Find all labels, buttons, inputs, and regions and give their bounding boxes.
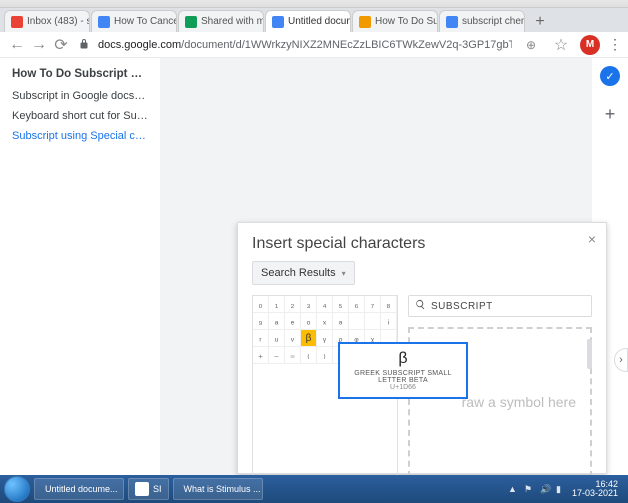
browser-tab[interactable]: Inbox (483) - snsalefi× [4,10,90,32]
character-cell[interactable]: β [301,330,317,347]
tray-sound-icon[interactable]: 🔊 [540,484,550,494]
sidepanel-plus-icon[interactable]: + [600,104,620,124]
character-cell[interactable]: ₄ [317,296,333,313]
system-tray[interactable]: ▲ ⚑ 🔊 ▮ 16:4217-03-2021 [508,480,624,498]
outline-item[interactable]: Subscript in Google docs with t... [12,86,148,106]
browser-tab[interactable]: subscript chemical e× [439,10,525,32]
character-cell[interactable]: ₅ [333,296,349,313]
tray-network-icon[interactable]: ⚑ [524,484,534,494]
outline-heading[interactable]: How To Do Subscript & Super... [12,68,148,80]
favicon [359,16,371,28]
character-search[interactable] [408,295,592,317]
character-cell[interactable]: ₀ [253,296,269,313]
profile-avatar[interactable]: M [580,35,600,55]
reload-button[interactable]: ⟳ [50,34,72,56]
tab-label: Inbox (483) - snsalefi [27,16,90,27]
lock-icon [78,38,92,52]
character-cell[interactable]: ₈ [381,296,397,313]
back-button[interactable]: ← [6,34,28,56]
zoom-icon[interactable]: ⊕ [520,34,542,56]
taskbar-app-button[interactable]: Untitled docume... [34,478,124,500]
character-cell[interactable]: ᵥ [285,330,301,347]
tooltip-code: U+1D66 [346,384,460,391]
search-input[interactable] [431,301,585,312]
character-cell[interactable]: ᵢ [381,313,397,330]
character-cell[interactable] [365,313,381,330]
character-cell[interactable]: ₌ [285,347,301,364]
browser-tab[interactable]: How To Do Subscrip× [352,10,438,32]
browser-tabstrip: Inbox (483) - snsalefi×How To Cancel You… [0,8,628,32]
character-cell[interactable]: ₐ [269,313,285,330]
windows-taskbar: Untitled docume... SI What is Stimulus ...… [0,475,628,503]
character-cell[interactable]: ᵣ [253,330,269,347]
app-icon [135,482,149,496]
chevron-down-icon: ▾ [342,269,346,278]
address-bar[interactable]: docs.google.com/document/d/1WWrkzyNIXZ2M… [98,39,512,51]
draw-hint: raw a symbol here [462,394,576,410]
dialog-title: Insert special characters [252,235,592,253]
character-cell[interactable]: ₃ [301,296,317,313]
character-cell[interactable]: ᵤ [269,330,285,347]
character-cell[interactable]: ₑ [285,313,301,330]
taskbar-app-button[interactable]: SI [128,478,169,500]
tooltip-glyph: β [346,350,460,368]
bookmark-star-icon[interactable]: ☆ [550,34,572,56]
browser-tab[interactable]: Shared with me - Go× [178,10,264,32]
character-cell[interactable]: ₉ [253,313,269,330]
taskbar-label: What is Stimulus ... [184,484,261,494]
outline-item[interactable]: Subscript using Special charact... [12,126,148,146]
os-titlebar [0,0,628,8]
new-tab-button[interactable]: + [530,12,550,32]
taskbar-label: SI [153,484,162,494]
character-cell[interactable]: ᵧ [317,330,333,347]
favicon [272,16,284,28]
character-cell[interactable]: ₊ [253,347,269,364]
taskbar-label: Untitled docume... [45,484,118,494]
character-cell[interactable] [349,313,365,330]
menu-dots-icon[interactable]: ⋮ [608,36,622,53]
outline-item[interactable]: Keyboard short cut for Subscrip... [12,106,148,126]
favicon [11,16,23,28]
scrollbar[interactable] [587,339,592,369]
favicon [185,16,197,28]
category-dropdown[interactable]: Search Results▾ [252,261,355,285]
dialog-close-button[interactable]: × [588,231,596,247]
start-button[interactable] [4,476,30,502]
browser-tab[interactable]: How To Cancel Your× [91,10,177,32]
favicon [98,16,110,28]
character-cell[interactable]: ₇ [365,296,381,313]
tab-label: How To Cancel Your [114,16,177,27]
search-icon [415,299,426,313]
tooltip-name: GREEK SUBSCRIPT SMALL LETTER BETA [346,370,460,384]
character-cell[interactable]: ₋ [269,347,285,364]
character-cell[interactable]: ₎ [317,347,333,364]
tab-label: subscript chemical e [462,16,525,27]
browser-toolbar: ← → ⟳ docs.google.com/document/d/1WWrkzy… [0,32,628,58]
tab-label: How To Do Subscrip [375,16,438,27]
character-cell[interactable]: ₆ [349,296,365,313]
browser-tab[interactable]: Untitled document - × [265,10,351,32]
character-cell[interactable]: ₁ [269,296,285,313]
tray-icon[interactable]: ▲ [508,484,518,494]
tray-clock[interactable]: 16:4217-03-2021 [572,480,618,498]
tray-battery-icon[interactable]: ▮ [556,484,566,494]
character-tooltip: β GREEK SUBSCRIPT SMALL LETTER BETA U+1D… [338,342,468,399]
character-cell[interactable]: ₍ [301,347,317,364]
tab-label: Untitled document - [288,16,351,27]
document-outline: How To Do Subscript & Super... Subscript… [0,58,160,475]
task-check-icon[interactable]: ✓ [600,66,620,86]
character-cell[interactable]: ₔ [333,313,349,330]
character-cell[interactable]: ₒ [301,313,317,330]
character-cell[interactable]: ₓ [317,313,333,330]
taskbar-app-button[interactable]: What is Stimulus ... [173,478,263,500]
tab-label: Shared with me - Go [201,16,264,27]
character-cell[interactable]: ₂ [285,296,301,313]
forward-button[interactable]: → [28,34,50,56]
favicon [446,16,458,28]
